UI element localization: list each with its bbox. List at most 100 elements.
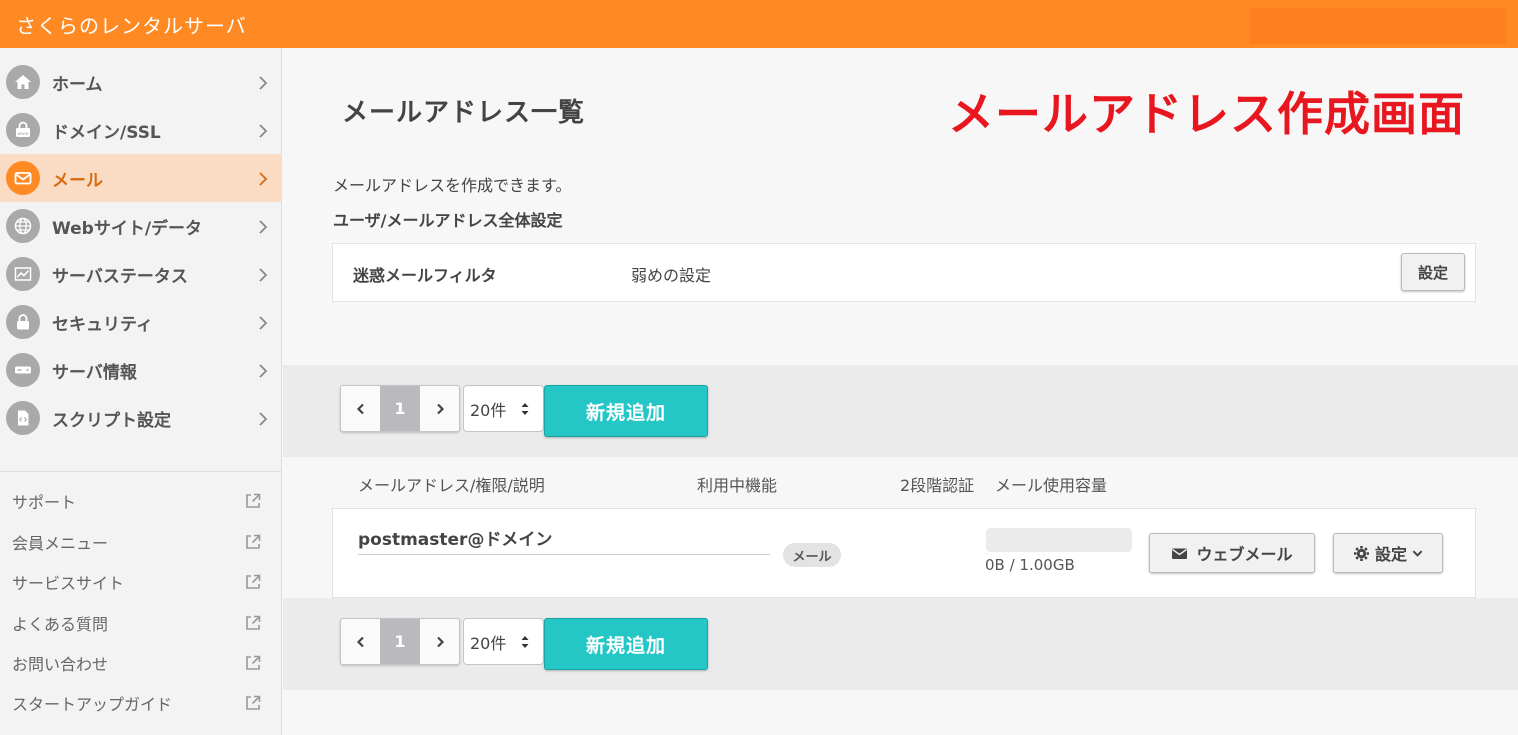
- external-link-icon: [244, 654, 262, 672]
- sidebar-link-service-site[interactable]: サービスサイト: [0, 562, 282, 602]
- chevron-right-icon: [256, 171, 270, 186]
- external-link-icon: [244, 694, 262, 712]
- sidebar-item-label: ドメイン/SSL: [52, 122, 161, 143]
- sidebar-link-label: サービスサイト: [12, 574, 125, 593]
- pagination: 1: [340, 385, 460, 432]
- sidebar-link-startup-guide[interactable]: スタートアップガイド: [0, 683, 282, 723]
- per-page-value: 20件: [470, 400, 507, 420]
- next-page-button[interactable]: [420, 619, 459, 664]
- page-title: メールアドレス一覧: [342, 98, 586, 128]
- sidebar-item-mail[interactable]: メール: [0, 154, 282, 202]
- select-caret-icon: [521, 403, 529, 415]
- mail-address[interactable]: postmaster@ドメイン: [358, 525, 552, 550]
- prev-page-button[interactable]: [341, 619, 380, 664]
- account-area[interactable]: [1250, 8, 1506, 44]
- script-file-icon: [6, 401, 40, 435]
- home-icon: [6, 65, 40, 99]
- current-page[interactable]: 1: [380, 619, 420, 664]
- usage-text: 0B / 1.00GB: [985, 556, 1075, 574]
- per-page-select[interactable]: 20件: [463, 385, 544, 432]
- chevron-right-icon: [256, 315, 270, 330]
- column-header-features: 利用中機能: [697, 476, 778, 495]
- external-link-icon: [244, 492, 262, 510]
- external-link-icon: [244, 573, 262, 591]
- server-icon: [6, 353, 40, 387]
- sidebar-link-label: よくある質問: [12, 615, 109, 634]
- sidebar: ホーム www ドメイン/SSL メール Webサイト/データ サーバステータス: [0, 48, 282, 735]
- sidebar-link-support[interactable]: サポート: [0, 481, 282, 521]
- external-link-icon: [244, 614, 262, 632]
- sidebar-item-label: サーバステータス: [52, 266, 188, 287]
- toolbar-top: 1 20件 新規追加: [283, 365, 1518, 457]
- sidebar-item-home[interactable]: ホーム: [0, 58, 282, 106]
- sidebar-link-label: スタートアップガイド: [12, 695, 173, 714]
- spam-filter-card: 迷惑メールフィルタ 弱めの設定 設定: [332, 243, 1476, 302]
- webmail-button-label: ウェブメール: [1196, 545, 1293, 564]
- add-new-button[interactable]: 新規追加: [544, 618, 708, 670]
- column-header-address: メールアドレス/権限/説明: [358, 476, 545, 495]
- spam-filter-settings-button[interactable]: 設定: [1401, 253, 1465, 291]
- sidebar-item-label: スクリプト設定: [52, 410, 171, 431]
- section-title: ユーザ/メールアドレス全体設定: [333, 211, 563, 230]
- chevron-down-icon: [1412, 549, 1423, 557]
- toolbar-bottom: 1 20件 新規追加: [283, 598, 1518, 690]
- prev-page-button[interactable]: [341, 386, 380, 431]
- svg-text:www: www: [17, 132, 28, 137]
- app-title[interactable]: さくらのレンタルサーバ: [16, 10, 247, 39]
- spam-filter-label: 迷惑メールフィルタ: [353, 266, 497, 285]
- sidebar-item-label: セキュリティ: [52, 314, 153, 335]
- sidebar-item-server-status[interactable]: サーバステータス: [0, 250, 282, 298]
- sidebar-item-label: メール: [52, 170, 103, 191]
- address-divider: [358, 554, 770, 555]
- pagination: 1: [340, 618, 460, 665]
- lock-www-icon: www: [6, 113, 40, 147]
- sidebar-link-faq[interactable]: よくある質問: [0, 603, 282, 643]
- current-page[interactable]: 1: [380, 386, 420, 431]
- sidebar-item-label: サーバ情報: [52, 362, 137, 383]
- table-row: postmaster@ドメイン メール 0B / 1.00GB ウェブメール 設…: [332, 508, 1476, 598]
- sidebar-item-label: Webサイト/データ: [52, 218, 203, 239]
- globe-icon: [6, 209, 40, 243]
- chevron-right-icon: [256, 75, 270, 90]
- add-new-button[interactable]: 新規追加: [544, 385, 708, 437]
- sidebar-item-security[interactable]: セキュリティ: [0, 298, 282, 346]
- chevron-left-icon: [356, 403, 364, 414]
- top-header: さくらのレンタルサーバ: [0, 0, 1518, 48]
- sidebar-link-member-menu[interactable]: 会員メニュー: [0, 522, 282, 562]
- sidebar-link-label: サポート: [12, 493, 77, 512]
- envelope-icon: [1172, 548, 1188, 559]
- settings-button-label: 設定: [1374, 545, 1407, 564]
- select-caret-icon: [521, 636, 529, 648]
- chevron-right-icon: [256, 363, 270, 378]
- webmail-button[interactable]: ウェブメール: [1149, 533, 1315, 573]
- chevron-right-icon: [436, 636, 444, 647]
- sidebar-item-server-info[interactable]: サーバ情報: [0, 346, 282, 394]
- page-description: メールアドレスを作成できます。: [333, 176, 572, 195]
- row-settings-dropdown-button[interactable]: 設定: [1333, 533, 1443, 573]
- chevron-left-icon: [356, 636, 364, 647]
- per-page-value: 20件: [470, 633, 507, 653]
- chevron-right-icon: [436, 403, 444, 414]
- sidebar-item-script-settings[interactable]: スクリプト設定: [0, 394, 282, 442]
- overlay-annotation-title: メールアドレス作成画面: [948, 87, 1465, 141]
- sidebar-item-domain-ssl[interactable]: www ドメイン/SSL: [0, 106, 282, 154]
- column-header-two-factor: 2段階認証: [900, 476, 975, 495]
- column-header-usage: メール使用容量: [995, 476, 1108, 495]
- sidebar-item-website-data[interactable]: Webサイト/データ: [0, 202, 282, 250]
- gear-icon: [1353, 545, 1369, 561]
- chevron-right-icon: [256, 219, 270, 234]
- sidebar-divider: [0, 471, 282, 472]
- chevron-right-icon: [256, 267, 270, 282]
- sidebar-link-label: お問い合わせ: [12, 655, 109, 674]
- feature-badge: メール: [783, 543, 841, 567]
- sidebar-link-contact[interactable]: お問い合わせ: [0, 643, 282, 683]
- chevron-right-icon: [256, 411, 270, 426]
- sidebar-item-label: ホーム: [52, 74, 103, 95]
- external-link-icon: [244, 533, 262, 551]
- sidebar-link-label: 会員メニュー: [12, 534, 109, 553]
- chart-icon: [6, 257, 40, 291]
- chevron-right-icon: [256, 123, 270, 138]
- next-page-button[interactable]: [420, 386, 459, 431]
- mail-icon: [6, 161, 40, 195]
- per-page-select[interactable]: 20件: [463, 618, 544, 665]
